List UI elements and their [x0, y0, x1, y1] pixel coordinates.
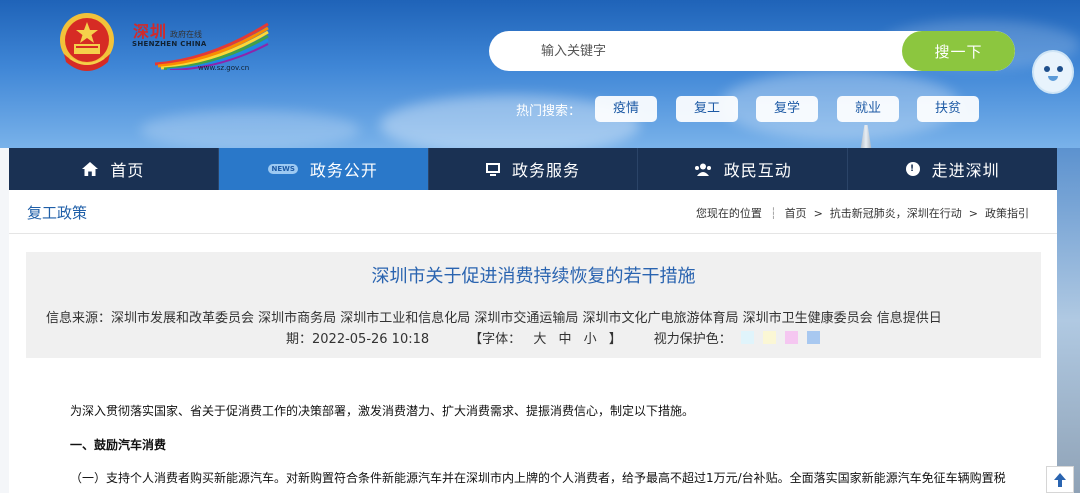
article-heading: 一、鼓励汽车消费	[70, 438, 167, 452]
monitor-icon	[485, 162, 500, 176]
logo-text-cn: 深圳	[133, 22, 168, 41]
hot-tag-epidemic[interactable]: 疫情	[595, 96, 657, 122]
chat-icon: !	[905, 162, 920, 176]
hot-tag-resume-work[interactable]: 复工	[676, 96, 738, 122]
assistant-mascot-icon[interactable]	[1032, 50, 1074, 94]
breadcrumb: 您现在的位置 ┆ 首页 > 抗击新冠肺炎，深圳在行动 > 政策指引	[696, 205, 1029, 221]
nav-item-services[interactable]: 政务服务	[429, 148, 639, 190]
eye-protect-swatch-pink[interactable]	[784, 331, 798, 344]
logo-url: www.sz.gov.cn	[198, 64, 250, 72]
main-nav: 首页 NEWS 政务公开 政务服务 政民互动 ! 走进深圳	[9, 148, 1057, 190]
nav-item-interaction[interactable]: 政民互动	[638, 148, 849, 190]
font-size-label: 【字体：	[469, 332, 522, 347]
logo-text-cn-small: 政府在线	[170, 30, 203, 39]
logo-text-en: SHENZHEN CHINA	[132, 40, 207, 48]
hot-tag-resume-school[interactable]: 复学	[756, 96, 818, 122]
search-input[interactable]	[489, 31, 909, 71]
font-size-medium[interactable]: 中	[558, 332, 571, 347]
breadcrumb-label: 您现在的位置	[695, 207, 762, 220]
breadcrumb-divider: ┆	[769, 206, 777, 220]
search-box: 搜一下	[489, 31, 1015, 71]
breadcrumb-separator: >	[968, 206, 978, 220]
nav-item-about-shenzhen[interactable]: ! 走进深圳	[848, 148, 1057, 190]
back-to-top-icon[interactable]	[1046, 466, 1074, 493]
nav-label-interaction: 政民互动	[723, 161, 792, 180]
site-header: 深圳政府在线 SHENZHEN CHINA www.sz.gov.cn 搜一下 …	[0, 0, 1080, 148]
article-info-panel: 深圳市关于促进消费持续恢复的若干措施 信息来源：深圳市发展和改革委员会 深圳市商…	[26, 252, 1041, 358]
font-size-large[interactable]: 大	[533, 332, 546, 347]
article-date: 期：2022-05-26 10:18	[286, 332, 430, 347]
header-cloud	[140, 110, 360, 148]
search-button[interactable]: 搜一下	[902, 31, 1015, 71]
section-header: 复工政策 您现在的位置 ┆ 首页 > 抗击新冠肺炎，深圳在行动 > 政策指引	[9, 190, 1057, 234]
breadcrumb-item-policy[interactable]: 政策指引	[985, 205, 1029, 221]
nav-label-about-shenzhen: 走进深圳	[931, 161, 1000, 180]
font-size-small[interactable]: 小	[584, 332, 597, 347]
national-emblem-icon[interactable]	[56, 10, 118, 76]
hot-tag-poverty[interactable]: 扶贫	[917, 96, 979, 122]
news-icon: NEWS	[268, 164, 298, 174]
home-icon	[82, 162, 99, 176]
nav-label-home: 首页	[110, 161, 145, 180]
breadcrumb-separator: >	[813, 206, 823, 220]
font-size-options: 【字体： 大 中 小 】	[465, 328, 626, 347]
nav-label-services: 政务服务	[511, 161, 580, 180]
nav-item-home[interactable]: 首页	[9, 148, 219, 190]
hot-tag-employment[interactable]: 就业	[837, 96, 899, 122]
nav-label-gov-affairs: 政务公开	[309, 161, 378, 180]
eye-protect-label: 视力保护色：	[653, 332, 732, 347]
nav-item-gov-affairs[interactable]: NEWS 政务公开	[218, 148, 429, 190]
background-strip	[1057, 148, 1080, 493]
people-icon	[694, 163, 712, 176]
eye-protect-swatch-blue[interactable]	[806, 331, 820, 344]
article-source: 信息来源：深圳市发展和改革委员会 深圳市商务局 深圳市工业和信息化局 深圳市交通…	[46, 311, 942, 326]
article-meta: 期：2022-05-26 10:18 【字体： 大 中 小 】 视力保护色：	[286, 328, 820, 347]
eye-protect-swatch-yellow[interactable]	[762, 331, 776, 344]
site-logo[interactable]: 深圳 政府在线 SHENZHEN CHINA www.sz.gov.cn	[130, 14, 270, 76]
eye-protect-swatch-cyan[interactable]	[740, 331, 754, 344]
article-paragraph: 为深入贯彻落实国家、省关于促消费工作的决策部署，激发消费潜力、扩大消费需求、提振…	[70, 404, 695, 418]
section-title[interactable]: 复工政策	[27, 202, 87, 223]
hot-search-label: 热门搜索：	[516, 104, 582, 119]
article-paragraph: （一）支持个人消费者购买新能源汽车。对新购置符合条件新能源汽车并在深圳市内上牌的…	[70, 471, 1006, 485]
breadcrumb-item-home[interactable]: 首页	[785, 205, 807, 221]
article-title: 深圳市关于促进消费持续恢复的若干措施	[371, 266, 696, 287]
breadcrumb-item-covid[interactable]: 抗击新冠肺炎，深圳在行动	[830, 205, 962, 221]
font-size-close: 】	[608, 332, 622, 347]
